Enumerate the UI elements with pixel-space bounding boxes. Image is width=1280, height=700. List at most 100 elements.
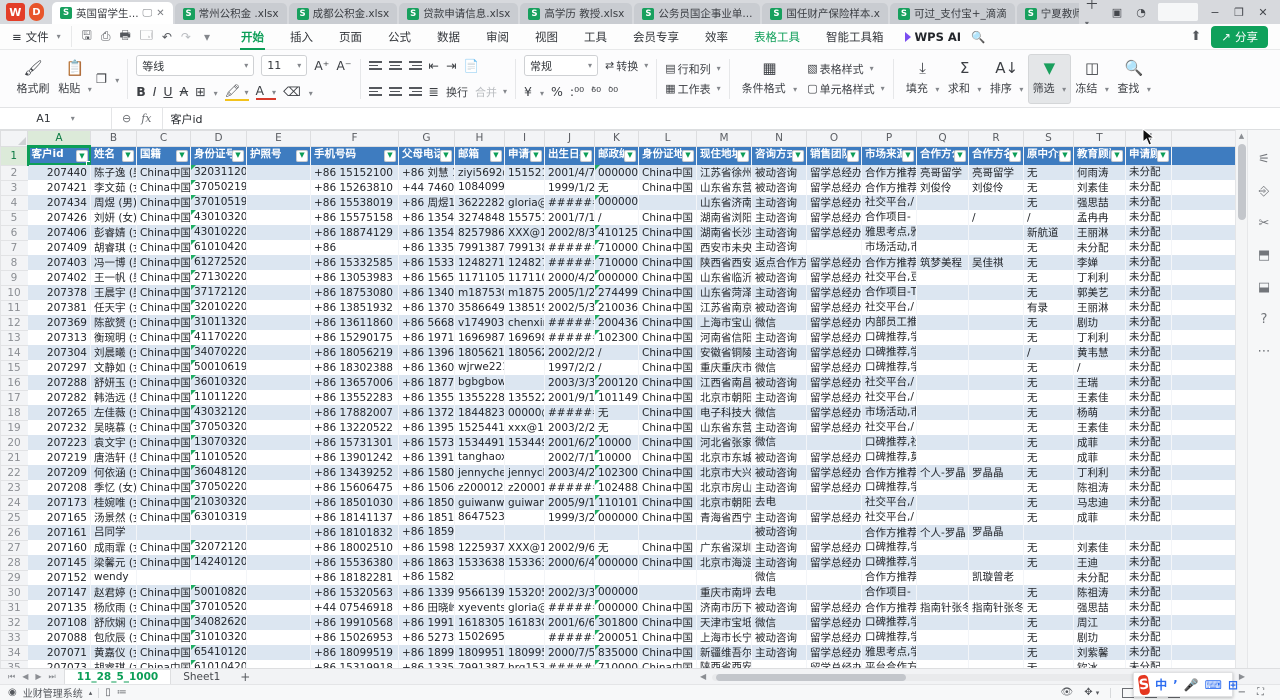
cell[interactable]: 无 (1024, 255, 1074, 270)
cell[interactable]: wjrwe221( (455, 360, 505, 375)
cell[interactable]: +86 18302388 (311, 360, 399, 375)
cell[interactable]: 未分配 (1126, 165, 1172, 180)
cell[interactable]: China中国 (137, 645, 191, 660)
cell[interactable]: 110101 (595, 495, 639, 510)
cell[interactable]: 刘素佳 (1074, 540, 1126, 555)
cell[interactable]: 无 (595, 180, 639, 195)
cell[interactable]: 微信 (752, 360, 807, 375)
cell[interactable] (917, 450, 969, 465)
align-bottom-icon[interactable] (409, 61, 422, 70)
cell[interactable]: 广东省深圳 (697, 540, 752, 555)
cell[interactable]: 陈祖涛 (1074, 585, 1126, 600)
row-number[interactable]: 9 (1, 270, 28, 285)
cell[interactable]: +86 15026953 (311, 630, 399, 645)
cell[interactable]: 合作方推荐 (862, 600, 917, 615)
cell[interactable]: 文静如 (女 (91, 360, 137, 375)
freeze-button[interactable]: ◫ 冻结 ▾ (1071, 54, 1113, 104)
cell[interactable] (1024, 570, 1074, 585)
cell[interactable] (247, 510, 311, 525)
cell[interactable]: +86 15536380 (311, 555, 399, 570)
cell[interactable]: 留学总经办 (807, 330, 862, 345)
fill-handle[interactable] (86, 161, 91, 165)
cell[interactable] (917, 405, 969, 420)
cell[interactable]: +86 1396522100 (399, 345, 455, 360)
tab-close-icon[interactable]: ✕ (156, 8, 164, 19)
cell[interactable]: 184482332 (455, 405, 505, 420)
filter-dropdown-icon[interactable]: ▼ (902, 150, 914, 162)
cell[interactable]: 被动咨询 (752, 450, 807, 465)
cell[interactable]: China中国 (137, 255, 191, 270)
cell[interactable] (1172, 525, 1236, 540)
row-number[interactable]: 2 (1, 165, 28, 180)
align-right-icon[interactable] (409, 87, 422, 96)
table-header-cell[interactable]: 邮箱▼ (455, 146, 505, 165)
cell[interactable] (917, 300, 969, 315)
cell[interactable]: 未分配 (1126, 645, 1172, 660)
cell[interactable]: ######## (545, 255, 595, 270)
cell[interactable]: 被动咨询 (752, 180, 807, 195)
cell[interactable]: +86 1899937166 (399, 645, 455, 660)
cell[interactable]: 271302200004241013 (191, 270, 247, 285)
cell[interactable]: 主动咨询 (752, 285, 807, 300)
cell[interactable]: +86 13552283 (311, 390, 399, 405)
cell[interactable]: China中国 (137, 585, 191, 600)
cell[interactable]: 142401200006041426 (191, 555, 247, 570)
cell[interactable]: 无 (1024, 480, 1074, 495)
table-header-cell[interactable]: 合作方名▼ (969, 146, 1024, 165)
cell[interactable]: 207108 (28, 615, 91, 630)
cell[interactable] (917, 615, 969, 630)
cell[interactable]: China中国 (137, 540, 191, 555)
scroll-up-icon[interactable]: ▲ (1236, 130, 1247, 142)
table-header-cell[interactable]: 客户id▼ (28, 146, 91, 165)
cell[interactable]: 320311200104077915 (191, 165, 247, 180)
cell[interactable] (505, 450, 545, 465)
row-number[interactable]: 20 (1, 435, 28, 450)
wps-ai-button[interactable]: WPS AI (905, 30, 962, 44)
conditional-format-button[interactable]: ▦ 条件格式 ▾ (738, 54, 802, 104)
column-header[interactable]: G (399, 131, 455, 147)
outline-icon[interactable]: ≔ (117, 687, 127, 698)
cell[interactable]: 口碑推荐,学 (862, 330, 917, 345)
cell[interactable]: 1999/3/2 (545, 510, 595, 525)
cell[interactable]: China中国 (137, 510, 191, 525)
cell[interactable]: China中国 (639, 540, 697, 555)
cell[interactable]: 雅思考点,雅 (862, 225, 917, 240)
cell[interactable]: 207208 (28, 480, 91, 495)
cell[interactable]: m1875308 (505, 285, 545, 300)
filter-dropdown-icon[interactable]: ▼ (954, 150, 966, 162)
cell[interactable]: China中国 (639, 600, 697, 615)
cell[interactable]: +86 18099519 (311, 645, 399, 660)
row-number[interactable]: 19 (1, 420, 28, 435)
cell[interactable]: 未分配 (1126, 285, 1172, 300)
cell[interactable]: 留学总经办 (807, 360, 862, 375)
cell[interactable]: 口碑推荐,学 (862, 630, 917, 645)
cell[interactable] (917, 375, 969, 390)
cell[interactable]: 亮哥留学 (969, 165, 1024, 180)
cell[interactable]: +86 田晓岭1395 (399, 600, 455, 615)
table-header-cell[interactable]: 身份证地▼ (639, 146, 697, 165)
cell[interactable]: 207282 (28, 390, 91, 405)
cell[interactable]: China中国 (639, 210, 697, 225)
cell[interactable]: 2002/2/20 (545, 345, 595, 360)
filter-dropdown-icon[interactable]: ▼ (1059, 150, 1071, 162)
cell[interactable]: 西安市未央 (697, 240, 752, 255)
cell[interactable]: China中国 (137, 390, 191, 405)
cell[interactable] (1172, 450, 1236, 465)
cell[interactable]: 留学总经办 (807, 285, 862, 300)
fill-button[interactable]: ⤓ 填充 ▾ (902, 54, 944, 104)
cell[interactable]: gloria@uk (505, 600, 545, 615)
select-all-corner[interactable] (1, 131, 28, 147)
cell[interactable]: 指南针张冬 (969, 600, 1024, 615)
cell[interactable]: 留学总经办 (807, 270, 862, 285)
row-number[interactable]: 3 (1, 180, 28, 195)
cell[interactable]: 季忆 (女) (91, 480, 137, 495)
cell[interactable]: +86 52734062 (399, 630, 455, 645)
cell[interactable]: China中国 (639, 165, 697, 180)
cell[interactable]: 未分配 (1126, 630, 1172, 645)
cell[interactable]: 剧玏 (1074, 630, 1126, 645)
cell[interactable]: +86 19910568 (311, 615, 399, 630)
sheet-tab[interactable]: 11_28_5_1000 (64, 669, 172, 685)
cell[interactable]: China中国 (639, 315, 697, 330)
cell[interactable] (969, 585, 1024, 600)
cell[interactable]: 无 (1024, 465, 1074, 480)
